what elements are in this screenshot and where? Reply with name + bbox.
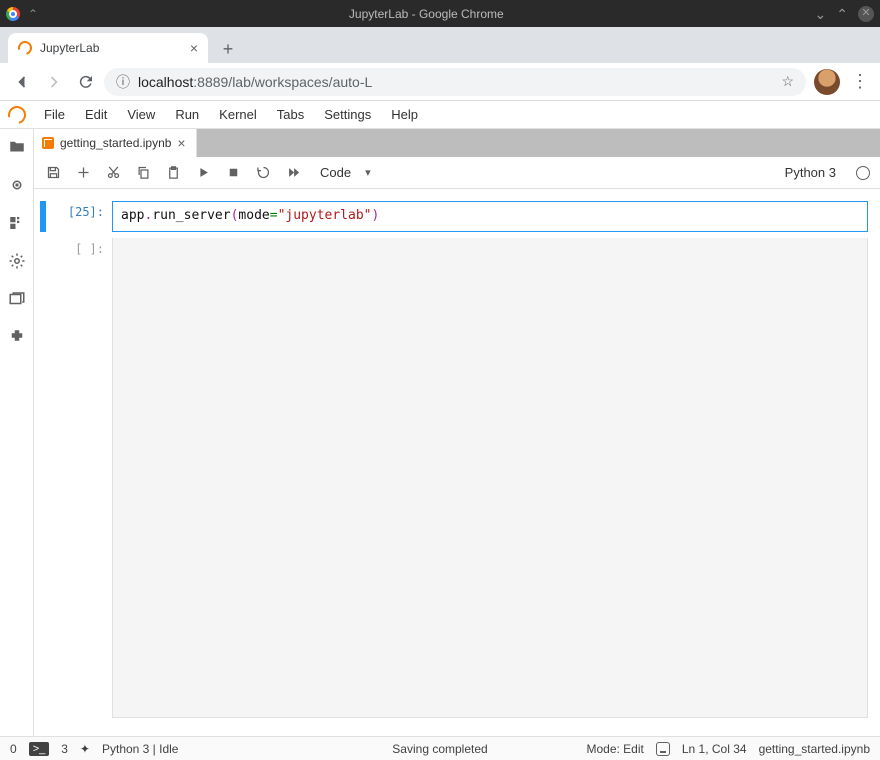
kernel-indicator-icon[interactable] [856, 166, 870, 180]
menu-help[interactable]: Help [381, 103, 428, 126]
copy-button[interactable] [134, 164, 152, 182]
browser-tab[interactable]: JupyterLab × [8, 33, 208, 63]
chrome-icon [6, 7, 20, 21]
sb-puzzle-icon[interactable]: ✦ [80, 742, 90, 756]
menu-file[interactable]: File [34, 103, 75, 126]
site-info-icon[interactable]: ⓘ [116, 72, 130, 92]
sb-kernel[interactable]: Python 3 | Idle [102, 742, 179, 756]
celltype-label: Code [320, 165, 351, 180]
extension-icon[interactable] [7, 327, 27, 347]
keyboard-icon[interactable] [656, 742, 670, 756]
menu-run[interactable]: Run [165, 103, 209, 126]
jupyterlab-shell: File Edit View Run Kernel Tabs Settings … [0, 101, 880, 760]
sb-filename[interactable]: getting_started.ipynb [759, 742, 870, 756]
browser-tab-title: JupyterLab [40, 41, 99, 55]
notebook-tab-title: getting_started.ipynb [60, 136, 171, 150]
run-all-button[interactable] [284, 164, 302, 182]
cut-button[interactable] [104, 164, 122, 182]
menu-kernel[interactable]: Kernel [209, 103, 267, 126]
url-host: localhost [138, 74, 193, 90]
menu-edit[interactable]: Edit [75, 103, 117, 126]
maximize-icon[interactable]: ⌃ [836, 7, 848, 21]
close-icon[interactable]: ✕ [858, 6, 874, 22]
chevron-down-icon: ▾ [365, 166, 371, 179]
output-area [112, 238, 868, 718]
left-sidebar [0, 129, 34, 736]
menu-settings[interactable]: Settings [314, 103, 381, 126]
close-doc-icon[interactable]: × [177, 135, 185, 151]
menu-tabs[interactable]: Tabs [267, 103, 314, 126]
jupyter-logo-icon [5, 102, 30, 127]
celltype-select[interactable]: Code ▾ [320, 165, 371, 180]
code-cell[interactable]: [ ]: [40, 238, 868, 718]
commands-icon[interactable] [7, 213, 27, 233]
jupyter-favicon-icon [15, 38, 34, 57]
settings-icon[interactable] [7, 251, 27, 271]
sb-terminal-badge[interactable]: >_ [29, 742, 50, 756]
bookmark-icon[interactable]: ☆ [781, 73, 794, 90]
reload-button[interactable] [72, 68, 100, 96]
sb-mode[interactable]: Mode: Edit [586, 742, 643, 756]
code-cell[interactable]: [25]: app.run_server(mode="jupyterlab") [40, 201, 868, 232]
sb-left-count[interactable]: 0 [10, 742, 17, 756]
document-tabbar: getting_started.ipynb × [34, 129, 880, 157]
main-panel: getting_started.ipynb × Code ▾ [34, 129, 880, 736]
cell-prompt: [ ]: [50, 238, 112, 718]
browser-menu-icon[interactable]: ⋮ [848, 71, 872, 92]
browser-toolbar: ⓘ localhost:8889/lab/workspaces/auto-L ☆… [0, 63, 880, 101]
kernel-name[interactable]: Python 3 [785, 165, 836, 180]
stop-button[interactable] [224, 164, 242, 182]
code-input[interactable]: app.run_server(mode="jupyterlab") [112, 201, 868, 232]
profile-avatar[interactable] [814, 69, 840, 95]
save-button[interactable] [44, 164, 62, 182]
statusbar: 0 >_ 3 ✦ Python 3 | Idle Saving complete… [0, 736, 880, 760]
running-icon[interactable] [7, 175, 27, 195]
paste-button[interactable] [164, 164, 182, 182]
forward-button[interactable] [40, 68, 68, 96]
cell-gutter [40, 201, 46, 232]
tabs-icon[interactable] [7, 289, 27, 309]
run-button[interactable] [194, 164, 212, 182]
back-button[interactable] [8, 68, 36, 96]
notebook-tab[interactable]: getting_started.ipynb × [34, 129, 197, 157]
new-tab-button[interactable]: + [214, 35, 242, 63]
sb-save-status: Saving completed [392, 742, 487, 756]
sb-cursor[interactable]: Ln 1, Col 34 [682, 742, 747, 756]
restart-button[interactable] [254, 164, 272, 182]
menubar: File Edit View Run Kernel Tabs Settings … [0, 101, 880, 129]
notebook-icon [42, 137, 54, 149]
sb-term-count[interactable]: 3 [61, 742, 68, 756]
cell-prompt: [25]: [50, 201, 112, 232]
folder-icon[interactable] [7, 137, 27, 157]
os-titlebar: ⌃ JupyterLab - Google Chrome ⌄ ⌃ ✕ [0, 0, 880, 27]
insert-cell-button[interactable] [74, 164, 92, 182]
menu-view[interactable]: View [117, 103, 165, 126]
notebook-toolbar: Code ▾ Python 3 [34, 157, 880, 189]
url-path: :8889/lab/workspaces/auto-L [193, 74, 372, 90]
window-title: JupyterLab - Google Chrome [38, 7, 814, 21]
browser-tabstrip: JupyterLab × + [0, 27, 880, 63]
window-pin-icon[interactable]: ⌃ [28, 7, 38, 21]
close-tab-icon[interactable]: × [190, 40, 198, 56]
url-field[interactable]: ⓘ localhost:8889/lab/workspaces/auto-L ☆ [104, 68, 806, 96]
notebook-scroll[interactable]: [25]: app.run_server(mode="jupyterlab") … [34, 189, 880, 736]
minimize-icon[interactable]: ⌄ [815, 7, 827, 21]
cell-gutter [40, 238, 46, 718]
